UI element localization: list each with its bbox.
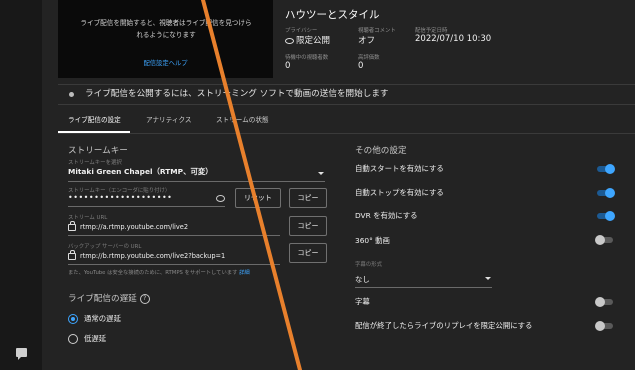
copy-url-button[interactable]: コピー (289, 216, 327, 236)
low-latency-label[interactable]: 低遅延 (84, 333, 106, 344)
toggle-knob (595, 321, 605, 331)
feedback-icon[interactable] (16, 348, 27, 360)
scheduled-value: 2022/07/10 10:30 (415, 34, 492, 44)
likes-label: 高評価数 (358, 55, 380, 61)
stream-key-select-label: ストリームキーを選択 (68, 160, 122, 166)
comments-value: オフ (358, 36, 376, 46)
caption-format-label: 字幕の形式 (355, 262, 382, 268)
likes-value: 0 (358, 61, 364, 71)
stream-title: ハウツーとスタイル (285, 9, 380, 21)
stream-key-heading: ストリームキー (68, 146, 128, 156)
backup-url-text: rtmp://b.rtmp.youtube.com/live2?backup=1 (80, 252, 226, 260)
subtitles-label: 字幕 (355, 297, 370, 306)
help-icon[interactable]: ? (139, 293, 150, 304)
preview-message-line2: れるようになります (136, 31, 196, 39)
dvr-label: DVR を有効にする (355, 211, 418, 220)
stream-settings-help-link[interactable]: 配信設定ヘルプ (58, 58, 273, 67)
tab-stream-settings[interactable]: ライブ配信の設定 (68, 114, 121, 124)
copy-key-button[interactable]: コピー (289, 188, 327, 208)
other-settings-heading: その他の設定 (355, 146, 407, 156)
reset-button[interactable]: リセット (235, 188, 281, 208)
toggle-knob (605, 164, 615, 174)
replay-unlisted-label: 配信が終了したらライブのリプレイを限定公開にする (355, 321, 533, 330)
stream-key-underline (68, 206, 225, 207)
stream-key-field[interactable]: •••••••••••••••••••• (68, 193, 172, 202)
backup-url-underline (68, 264, 280, 265)
preview-message: ライブ配信を開始すると、視聴者はライブ配信を見つけら れるようになります (66, 17, 266, 41)
replay-unlisted-toggle[interactable] (595, 321, 613, 331)
eye-icon (285, 37, 294, 44)
auto-start-toggle[interactable] (597, 164, 615, 174)
chevron-down-icon[interactable] (318, 172, 324, 175)
rtmps-note-text: また、YouTube は安全な接続のために、RTMPS をサポートしています (68, 270, 238, 276)
toggle-knob (595, 297, 605, 307)
tab-divider (58, 133, 635, 134)
stream-url-text: rtmp://a.rtmp.youtube.com/live2 (80, 223, 189, 231)
stream-key-select-underline (68, 181, 325, 182)
auto-stop-label: 自動ストップを有効にする (355, 188, 444, 197)
subtitles-toggle[interactable] (595, 297, 613, 307)
caption-format-underline (355, 287, 492, 288)
dvr-toggle[interactable] (597, 211, 615, 221)
copy-backup-url-button[interactable]: コピー (289, 243, 327, 263)
lock-icon (68, 220, 76, 231)
latency-heading: ライブ配信の遅延? (68, 292, 150, 304)
status-message: ライブ配信を公開するには、ストリーミング ソフトで動画の送信を開始します (85, 89, 389, 99)
stream-url-underline (68, 235, 280, 236)
backup-url-field[interactable]: rtmp://b.rtmp.youtube.com/live2?backup=1 (68, 249, 226, 260)
waiting-viewers-label: 待機中の視聴者数 (285, 55, 329, 61)
chevron-down-icon[interactable] (485, 277, 491, 280)
privacy-label: プライバシー (285, 28, 318, 34)
latency-heading-text: ライブ配信の遅延 (68, 294, 137, 304)
auto-stop-toggle[interactable] (597, 188, 615, 198)
video-360-toggle[interactable] (595, 235, 613, 245)
rtmps-note: また、YouTube は安全な接続のために、RTMPS をサポートしています 詳… (68, 268, 250, 276)
lock-icon (68, 249, 76, 260)
comments-label: 視聴者コメント (358, 28, 396, 34)
status-dot-icon (69, 92, 74, 97)
backup-url-label: バックアップ サーバーの URL (68, 244, 142, 250)
toggle-knob (605, 211, 615, 221)
left-sidebar (0, 0, 42, 370)
tab-stream-health[interactable]: ストリームの状態 (216, 114, 269, 124)
auto-start-label: 自動スタートを有効にする (355, 164, 444, 173)
stream-key-select[interactable]: Mitaki Green Chapel（RTMP、可変） (68, 166, 213, 177)
rtmps-learn-more-link[interactable]: 詳細 (239, 270, 250, 276)
stream-url-field[interactable]: rtmp://a.rtmp.youtube.com/live2 (68, 220, 189, 231)
status-bar: ライブ配信を公開するには、ストリーミング ソフトで動画の送信を開始します (58, 84, 635, 105)
stream-url-label: ストリーム URL (68, 215, 108, 221)
tab-analytics[interactable]: アナリティクス (146, 114, 191, 124)
video-360-label: 360° 動画 (355, 236, 390, 245)
radio-low-latency[interactable] (68, 334, 78, 344)
stream-preview: ライブ配信を開始すると、視聴者はライブ配信を見つけら れるようになります 配信設… (58, 0, 273, 78)
toggle-knob (605, 188, 615, 198)
toggle-knob (595, 235, 605, 245)
scheduled-label: 配信予定日時 (415, 28, 448, 34)
privacy-value-text: 限定公開 (296, 36, 331, 46)
eye-off-icon[interactable] (216, 195, 225, 202)
preview-message-line1: ライブ配信を開始すると、視聴者はライブ配信を見つけら (80, 19, 252, 27)
radio-normal-latency[interactable] (68, 314, 78, 324)
waiting-viewers-value: 0 (285, 61, 291, 71)
caption-format-select[interactable]: なし (355, 274, 370, 285)
normal-latency-label[interactable]: 通常の遅延 (84, 313, 121, 324)
privacy-value: 限定公開 (285, 34, 330, 46)
